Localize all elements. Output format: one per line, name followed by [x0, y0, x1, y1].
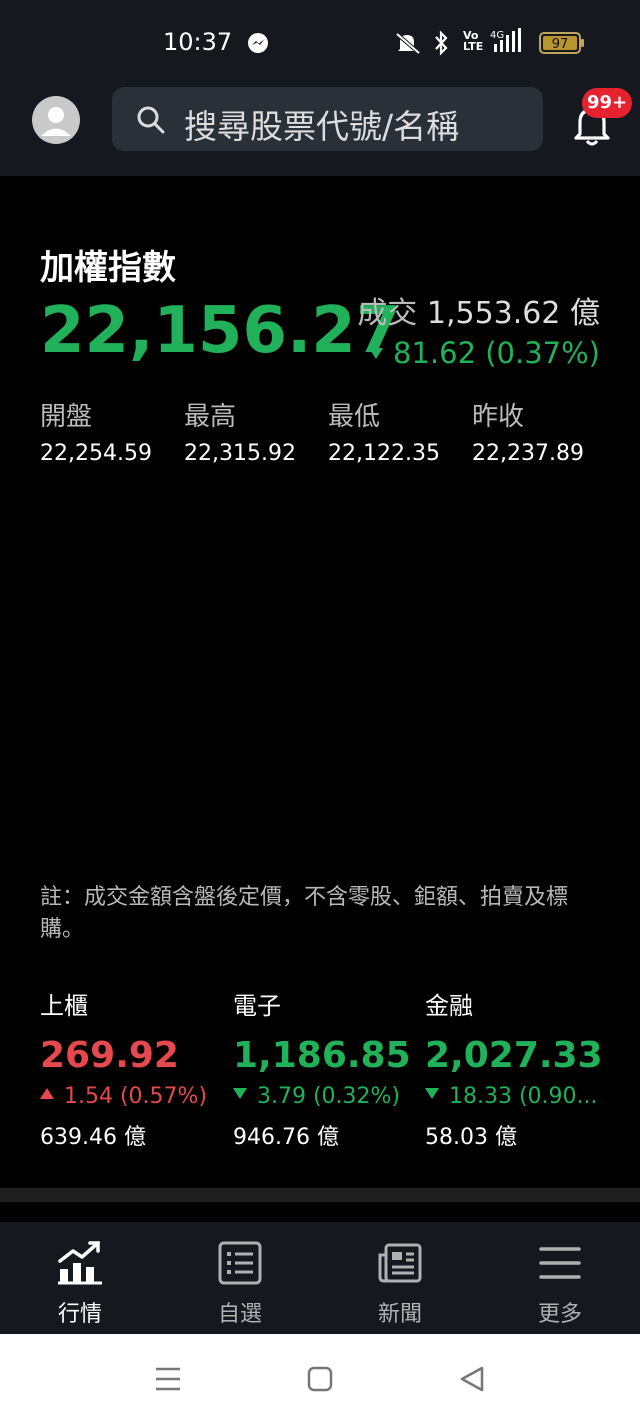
volume-label: 成交: [357, 296, 418, 331]
sub-index-amount: 639.46 億: [40, 1125, 146, 1150]
stat-value: 22,254.59: [40, 441, 152, 466]
stat-label: 最低: [328, 402, 381, 432]
watchlist-icon: [180, 1238, 300, 1288]
search-input[interactable]: 搜尋股票代號/名稱: [184, 100, 459, 148]
app-header: 搜尋股票代號/名稱 99+: [0, 86, 640, 176]
menu-icon: [500, 1238, 620, 1288]
svg-text:4G: 4G: [490, 30, 504, 41]
sub-index-value: 1,186.85: [233, 1035, 411, 1076]
index-change: 81.62 (0.37%): [369, 336, 600, 370]
index-value: 22,156.27: [40, 294, 401, 368]
sub-index-change-value: 18.33 (0.90...: [449, 1084, 598, 1109]
index-title: 加權指數: [40, 248, 176, 288]
status-bar: 10:37 Vo LTE 4G 97: [0, 0, 640, 86]
bluetooth-icon: [433, 30, 449, 60]
down-arrow-icon: [233, 1088, 247, 1099]
bottom-nav: 行情 自選 新聞 更多: [0, 1222, 640, 1334]
stat-high: 最高 22,315.92: [184, 396, 296, 466]
nav-news[interactable]: 新聞: [340, 1238, 460, 1328]
nav-label: 新聞: [377, 1302, 422, 1327]
stat-value: 22,237.89: [472, 441, 584, 466]
sub-index-amount: 58.03 億: [425, 1125, 517, 1150]
sub-index-change-value: 1.54 (0.57%): [64, 1084, 208, 1109]
sub-index-value: 269.92: [40, 1035, 179, 1076]
content-bottom: [0, 1202, 640, 1222]
stat-value: 22,315.92: [184, 441, 296, 466]
stat-label: 昨收: [472, 402, 525, 432]
search-bar[interactable]: 搜尋股票代號/名稱: [112, 87, 543, 151]
signal-4g-icon: 4G: [490, 28, 530, 58]
index-change-value: 81.62 (0.37%): [393, 336, 600, 370]
volte-icon: Vo LTE: [463, 29, 484, 53]
search-icon: [136, 105, 166, 139]
news-icon: [340, 1238, 460, 1288]
nav-market[interactable]: 行情: [20, 1238, 140, 1328]
stat-prev-close: 昨收 22,237.89: [472, 396, 584, 466]
stat-label: 最高: [184, 402, 237, 432]
sub-index-change-value: 3.79 (0.32%): [257, 1084, 401, 1109]
volume-value: 1,553.62 億: [426, 296, 600, 331]
stat-low: 最低 22,122.35: [328, 396, 440, 466]
up-arrow-icon: [40, 1088, 54, 1099]
nav-label: 行情: [57, 1302, 102, 1327]
market-overview: 加權指數 22,156.27 成交 1,553.62 億 81.62 (0.37…: [0, 176, 640, 1188]
sub-index-change: 1.54 (0.57%): [40, 1084, 207, 1109]
stat-label: 開盤: [40, 402, 93, 432]
status-time: 10:37: [163, 28, 233, 56]
down-arrow-icon: [425, 1088, 439, 1099]
sub-index-name: 電子: [233, 992, 281, 1020]
home-button[interactable]: [307, 1366, 333, 1396]
footnote: 註：成交金額含盤後定價，不含零股、鉅額、拍賣及標購。: [40, 885, 569, 942]
back-button[interactable]: [459, 1366, 485, 1396]
sub-index-otc[interactable]: 上櫃 269.92 1.54 (0.57%) 639.46 億: [40, 986, 207, 1151]
market-chart-icon: [20, 1238, 140, 1288]
system-nav-bar: [0, 1334, 640, 1422]
nav-label: 自選: [217, 1302, 262, 1327]
sub-index-change: 3.79 (0.32%): [233, 1084, 411, 1109]
sub-index-change: 18.33 (0.90...: [425, 1084, 603, 1109]
recent-apps-button[interactable]: [154, 1366, 182, 1396]
nav-more[interactable]: 更多: [500, 1238, 620, 1328]
section-divider: [0, 1188, 640, 1202]
mute-icon: [394, 31, 422, 59]
nav-watchlist[interactable]: 自選: [180, 1238, 300, 1328]
notification-button[interactable]: 99+: [568, 88, 633, 150]
sub-index-value: 2,027.33: [425, 1035, 603, 1076]
stat-open: 開盤 22,254.59: [40, 396, 152, 466]
messenger-icon: [247, 32, 269, 58]
battery-level: 97: [552, 37, 569, 52]
sub-index-amount: 946.76 億: [233, 1125, 339, 1150]
down-arrow-icon: [369, 348, 383, 359]
notification-badge: 99+: [582, 88, 633, 118]
battery-icon: 97: [539, 32, 585, 58]
sub-index-name: 上櫃: [40, 992, 88, 1020]
sub-index-finance[interactable]: 金融 2,027.33 18.33 (0.90... 58.03 億: [425, 986, 603, 1151]
sub-index-electronics[interactable]: 電子 1,186.85 3.79 (0.32%) 946.76 億: [233, 986, 411, 1151]
volume: 成交 1,553.62 億: [357, 288, 600, 332]
nav-label: 更多: [537, 1302, 582, 1327]
stat-value: 22,122.35: [328, 441, 440, 466]
avatar[interactable]: [32, 96, 80, 144]
sub-index-name: 金融: [425, 992, 473, 1020]
